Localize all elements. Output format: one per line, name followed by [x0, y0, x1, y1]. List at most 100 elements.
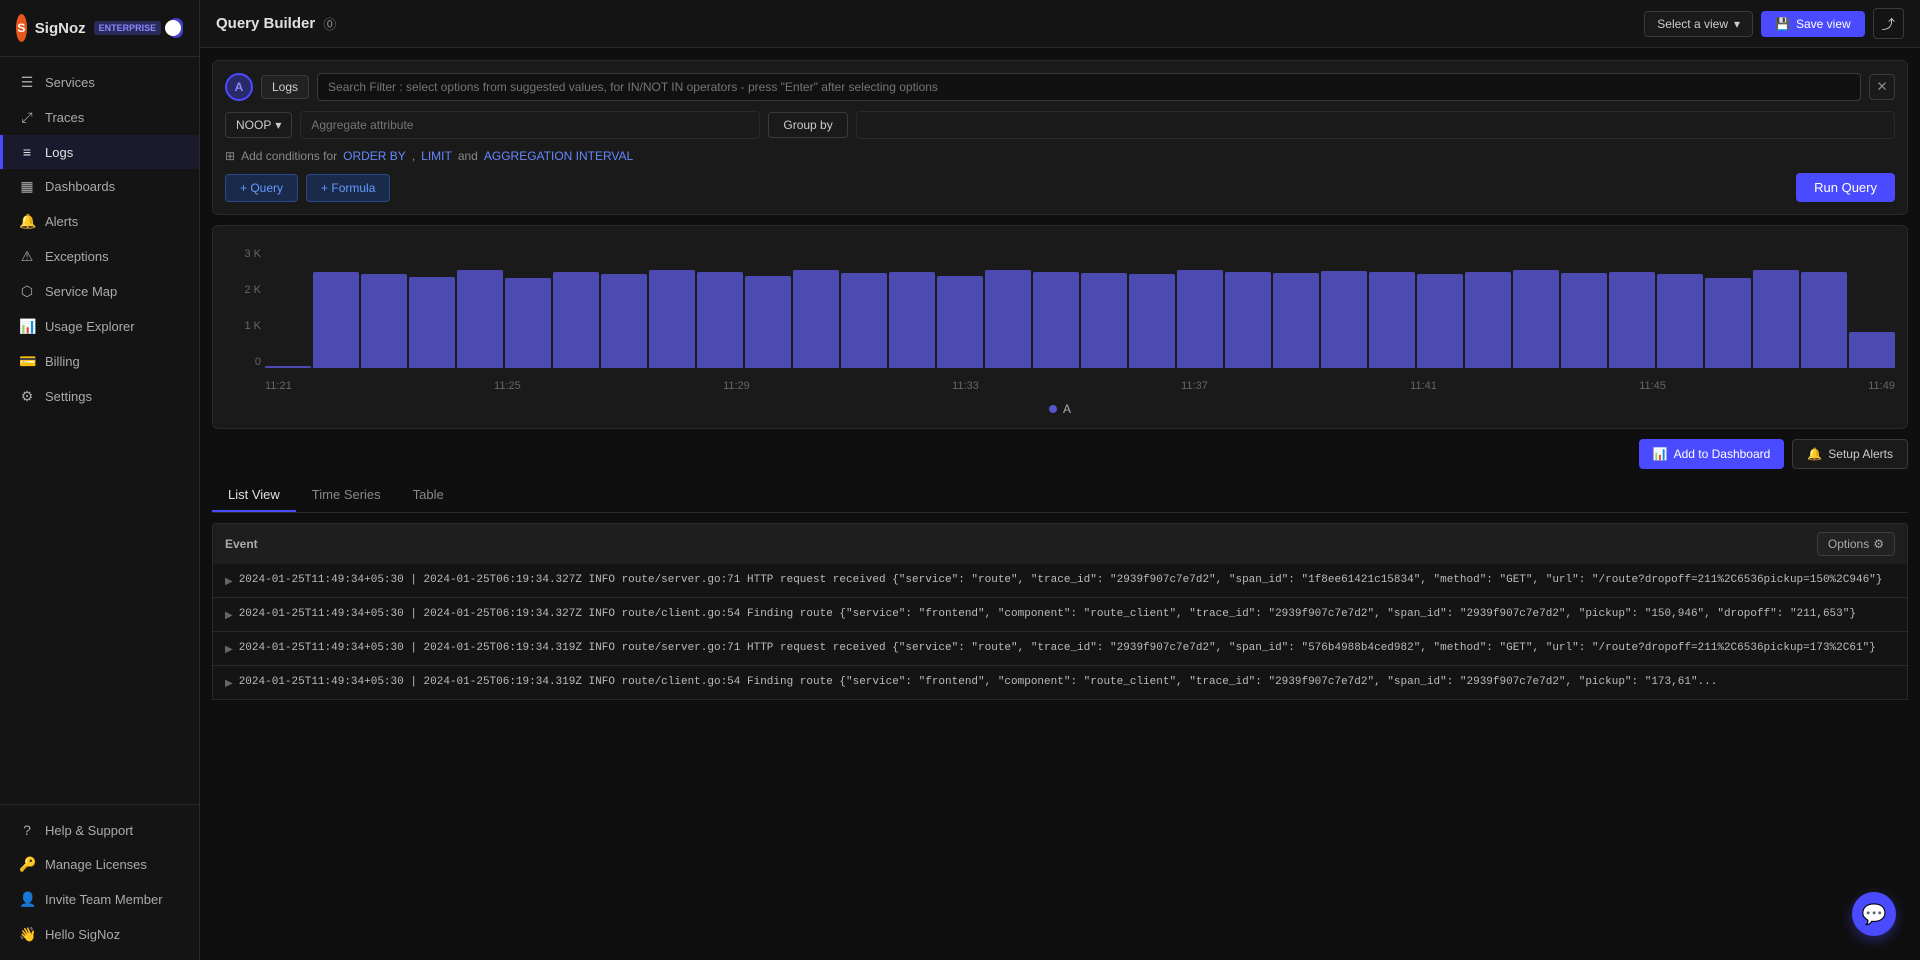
theme-toggle[interactable] — [169, 18, 183, 38]
chat-bubble[interactable]: 💬 — [1852, 892, 1896, 936]
sidebar-label-help: Help & Support — [45, 823, 133, 838]
event-table: Event Options ⚙ ▶ 2024-01-25T11:49:34+05… — [212, 523, 1908, 700]
query-panel: A Logs ✕ NOOP ▾ Group by — [212, 60, 1908, 215]
chart-bar — [457, 270, 503, 368]
add-query-button[interactable]: + Query — [225, 174, 298, 202]
app-name: SigNoz — [35, 20, 86, 37]
service-map-icon: ⬡ — [19, 283, 35, 300]
options-button[interactable]: Options ⚙ — [1817, 532, 1895, 556]
sidebar-label-logs: Logs — [45, 145, 73, 160]
share-button[interactable]: ⤴ — [1873, 8, 1904, 39]
tab-list-view[interactable]: List View — [212, 479, 296, 512]
event-row[interactable]: ▶ 2024-01-25T11:49:34+05:30 | 2024-01-25… — [212, 598, 1908, 632]
sidebar-label-hello: Hello SigNoz — [45, 927, 120, 942]
save-view-label: Save view — [1796, 17, 1851, 31]
dashboard-icon: 📊 — [1653, 447, 1668, 461]
aggregation-interval-link[interactable]: AGGREGATION INTERVAL — [484, 149, 633, 163]
chart-area: 3 K 2 K 1 K 0 11:21 11:25 11:29 11:33 11… — [225, 238, 1895, 398]
chart-bar — [505, 278, 551, 368]
expand-row-icon[interactable]: ▶ — [225, 642, 233, 657]
expand-row-icon[interactable]: ▶ — [225, 676, 233, 691]
event-row[interactable]: ▶ 2024-01-25T11:49:34+05:30 | 2024-01-25… — [212, 666, 1908, 700]
view-tabs: List View Time Series Table — [212, 479, 1908, 513]
sidebar-item-services[interactable]: ☰ Services — [0, 65, 199, 100]
event-rows-container: ▶ 2024-01-25T11:49:34+05:30 | 2024-01-25… — [212, 564, 1908, 700]
sidebar-item-traces[interactable]: ⤢ Traces — [0, 100, 199, 135]
sidebar-item-service-map[interactable]: ⬡ Service Map — [0, 274, 199, 309]
tab-table[interactable]: Table — [397, 479, 460, 512]
chart-bar — [1129, 274, 1175, 368]
event-table-header: Event Options ⚙ — [212, 523, 1908, 564]
sidebar-label-dashboards: Dashboards — [45, 179, 115, 194]
add-to-dashboard-button[interactable]: 📊 Add to Dashboard — [1639, 439, 1785, 469]
legend-label-a: A — [1063, 402, 1071, 416]
sidebar-item-dashboards[interactable]: ▦ Dashboards — [0, 169, 199, 204]
sidebar-label-traces: Traces — [45, 110, 84, 125]
expand-conditions-icon[interactable]: ⊞ — [225, 149, 235, 163]
share-icon: ⤴ — [1882, 17, 1895, 32]
billing-icon: 💳 — [19, 353, 35, 370]
dashboards-icon: ▦ — [19, 178, 35, 195]
event-row[interactable]: ▶ 2024-01-25T11:49:34+05:30 | 2024-01-25… — [212, 564, 1908, 598]
sidebar-item-billing[interactable]: 💳 Billing — [0, 344, 199, 379]
enterprise-badge: ENTERPRISE — [94, 21, 162, 35]
sidebar-label-services: Services — [45, 75, 95, 90]
services-icon: ☰ — [19, 74, 35, 91]
order-by-link[interactable]: ORDER BY — [343, 149, 406, 163]
sidebar-item-settings[interactable]: ⚙ Settings — [0, 379, 199, 414]
sidebar-item-alerts[interactable]: 🔔 Alerts — [0, 204, 199, 239]
group-by-input[interactable] — [856, 111, 1895, 139]
chart-bar — [1033, 272, 1079, 368]
y-axis: 3 K 2 K 1 K 0 — [225, 248, 261, 368]
tab-time-series[interactable]: Time Series — [296, 479, 397, 512]
hello-icon: 👋 — [19, 926, 35, 943]
event-column-label: Event — [225, 537, 258, 551]
help-circle-icon[interactable]: ⓪ — [323, 14, 336, 33]
sidebar-item-help[interactable]: ? Help & Support — [0, 813, 199, 847]
event-text: 2024-01-25T11:49:34+05:30 | 2024-01-25T0… — [239, 674, 1718, 691]
page-title: Query Builder — [216, 15, 315, 32]
sidebar-bottom: ? Help & Support 🔑 Manage Licenses 👤 Inv… — [0, 804, 199, 960]
event-row[interactable]: ▶ 2024-01-25T11:49:34+05:30 | 2024-01-25… — [212, 632, 1908, 666]
sidebar-item-invite-team[interactable]: 👤 Invite Team Member — [0, 882, 199, 917]
sidebar-item-exceptions[interactable]: ⚠ Exceptions — [0, 239, 199, 274]
chart-bar — [601, 274, 647, 368]
chart-bar — [1321, 271, 1367, 368]
save-view-button[interactable]: 💾 Save view — [1761, 11, 1865, 37]
sidebar-label-licenses: Manage Licenses — [45, 857, 147, 872]
limit-link[interactable]: LIMIT — [421, 149, 452, 163]
logo-icon: S — [16, 14, 27, 42]
logs-source-tag[interactable]: Logs — [261, 75, 309, 99]
add-formula-button[interactable]: + Formula — [306, 174, 390, 202]
chart-legend: A — [225, 402, 1895, 416]
header: Query Builder ⓪ Select a view ▾ 💾 Save v… — [200, 0, 1920, 48]
aggregate-row: NOOP ▾ Group by — [225, 111, 1895, 139]
query-actions: + Query + Formula Run Query — [225, 173, 1895, 202]
chart-bar — [1801, 272, 1847, 368]
noop-select[interactable]: NOOP ▾ — [225, 112, 292, 138]
setup-alerts-button[interactable]: 🔔 Setup Alerts — [1792, 439, 1908, 469]
legend-dot-a — [1049, 405, 1057, 413]
chart-bar — [409, 277, 455, 368]
sidebar-label-service-map: Service Map — [45, 284, 117, 299]
aggregate-attribute-input[interactable] — [300, 111, 760, 139]
logo-area: S SigNoz ENTERPRISE — [0, 0, 199, 57]
event-text: 2024-01-25T11:49:34+05:30 | 2024-01-25T0… — [239, 640, 1876, 657]
group-by-button[interactable]: Group by — [768, 112, 847, 138]
sidebar-item-hello[interactable]: 👋 Hello SigNoz — [0, 917, 199, 952]
sidebar-item-manage-licenses[interactable]: 🔑 Manage Licenses — [0, 847, 199, 882]
logs-icon: ≡ — [19, 144, 35, 160]
chart-bar — [1177, 270, 1223, 368]
sidebar-item-usage-explorer[interactable]: 📊 Usage Explorer — [0, 309, 199, 344]
run-query-button[interactable]: Run Query — [1796, 173, 1895, 202]
expand-row-icon[interactable]: ▶ — [225, 574, 233, 589]
alerts-icon: 🔔 — [19, 213, 35, 230]
clear-filter-button[interactable]: ✕ — [1869, 74, 1895, 100]
filter-input[interactable] — [317, 73, 1861, 101]
exceptions-icon: ⚠ — [19, 248, 35, 265]
select-view-button[interactable]: Select a view ▾ — [1644, 11, 1753, 37]
sidebar-item-logs[interactable]: ≡ Logs — [0, 135, 199, 169]
expand-row-icon[interactable]: ▶ — [225, 608, 233, 623]
chart-bar — [793, 270, 839, 368]
add-conditions-text: Add conditions for — [241, 149, 337, 163]
